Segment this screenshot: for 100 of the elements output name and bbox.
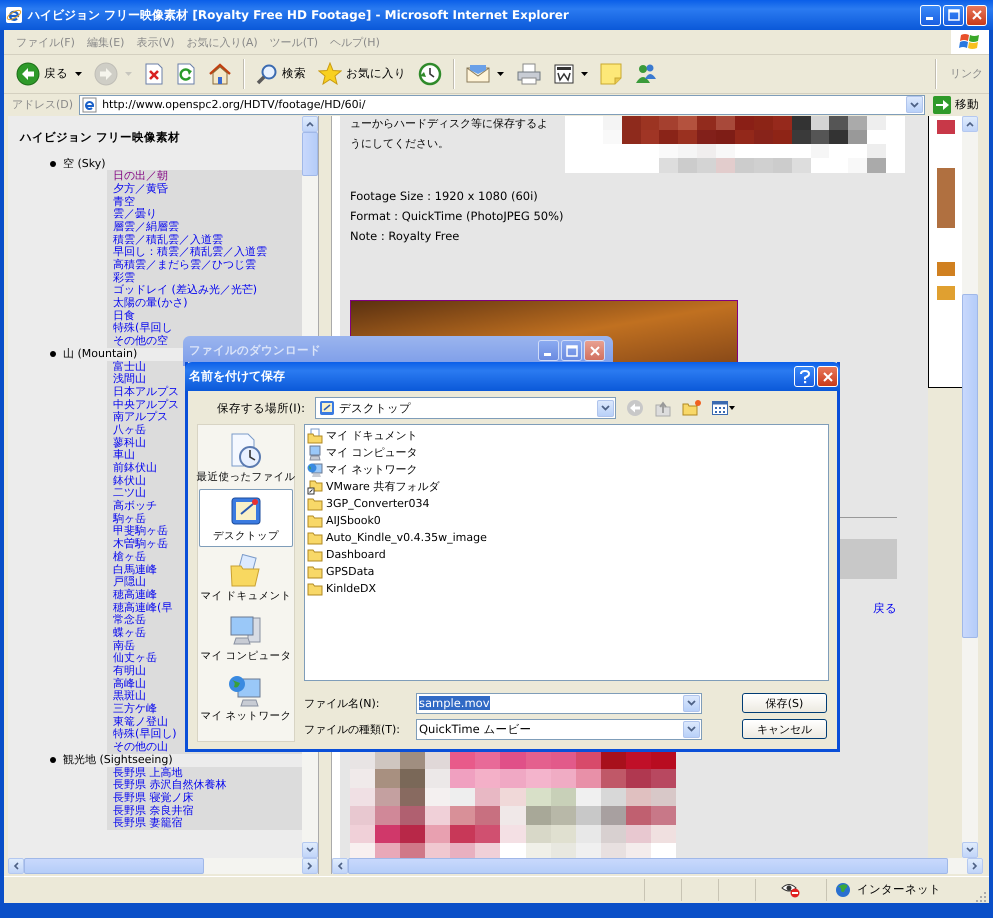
footage-link[interactable]: 仙丈ヶ岳 xyxy=(113,651,157,664)
footage-link[interactable]: 青空 xyxy=(113,194,135,208)
location-dropdown[interactable]: デスクトップ xyxy=(315,397,616,419)
footage-link[interactable]: その他の空 xyxy=(113,334,168,348)
scrollbar-thumb[interactable] xyxy=(24,858,204,874)
footage-link[interactable]: 太陽の暈(かさ) xyxy=(113,296,188,310)
footage-link[interactable]: 有明山 xyxy=(113,664,146,678)
footage-link[interactable]: 積雲／積乱雲／入道雲 xyxy=(113,232,223,246)
footage-link[interactable]: 蓼科山 xyxy=(113,436,146,449)
footage-link[interactable]: 層雲／絹層雲 xyxy=(113,220,179,233)
file-item[interactable]: マイ ドキュメント xyxy=(307,427,826,444)
dropdown-button[interactable] xyxy=(683,694,700,712)
footage-link[interactable]: 南岳 xyxy=(113,638,135,652)
footage-link[interactable]: 甲斐駒ヶ岳 xyxy=(113,524,168,538)
footage-link[interactable]: 二ツ山 xyxy=(113,486,146,500)
footage-link[interactable]: その他の山 xyxy=(113,740,168,754)
scrollbar-thumb[interactable] xyxy=(962,294,978,638)
file-item[interactable]: マイ ネットワーク xyxy=(307,461,826,478)
footage-link[interactable]: 車山 xyxy=(113,448,135,462)
caret-icon xyxy=(497,72,504,76)
footage-link[interactable]: 木曽駒ヶ岳 xyxy=(113,537,168,550)
footage-link[interactable]: 黒斑山 xyxy=(113,689,146,702)
footage-link[interactable]: 長野県 赤沢自然休養林 xyxy=(113,778,226,792)
file-item[interactable]: Dashboard xyxy=(307,546,826,563)
places-item[interactable]: マイ コンピュータ xyxy=(199,609,293,667)
folder-document-icon xyxy=(307,428,323,444)
dropdown-button[interactable] xyxy=(597,400,614,416)
save-button[interactable]: 保存(S) xyxy=(742,693,827,713)
footage-link[interactable]: ゴッドレイ (差込み光／光芒) xyxy=(113,283,258,296)
footage-link[interactable]: 白馬連峰 xyxy=(113,562,157,576)
footage-link[interactable]: 夕方／黄昏 xyxy=(113,182,168,195)
footage-link[interactable]: 浅間山 xyxy=(113,372,146,386)
footage-link[interactable]: 長野県 奈良井宿 xyxy=(113,804,194,817)
footage-link[interactable]: 中央アルプス xyxy=(113,398,179,411)
places-item[interactable]: 最近使ったファイル xyxy=(199,429,293,487)
footage-link[interactable]: 早回し：積雲／積乱雲／入道雲 xyxy=(113,245,267,258)
favorites-button[interactable]: お気に入り xyxy=(314,58,410,90)
footage-link[interactable]: 前鉢伏山 xyxy=(113,461,157,474)
footage-link[interactable]: 東篭ノ登山 xyxy=(113,714,168,728)
cancel-button[interactable]: キャンセル xyxy=(742,719,827,739)
document-clock-icon xyxy=(229,432,263,468)
footage-link[interactable]: 穂高連峰 xyxy=(113,588,157,601)
search-button[interactable]: 検索 xyxy=(252,58,310,90)
footage-link[interactable]: 槍ヶ岳 xyxy=(113,550,146,563)
file-item[interactable]: VMware 共有フォルダ xyxy=(307,478,826,495)
dropdown-button[interactable] xyxy=(683,720,700,738)
file-item[interactable]: KinldeDX xyxy=(307,580,826,597)
file-type-dropdown[interactable]: QuickTime ムービー xyxy=(416,718,702,740)
caret-icon xyxy=(75,72,82,76)
footage-link[interactable]: 三方ケ峰 xyxy=(113,702,157,716)
location-label: 保存する場所(I): xyxy=(216,400,306,416)
file-item[interactable]: GPSData xyxy=(307,563,826,580)
views-menu-button[interactable] xyxy=(712,401,735,415)
file-item[interactable]: AIJSbook0 xyxy=(307,512,826,529)
back-link[interactable]: 戻る xyxy=(873,600,897,616)
footage-link[interactable]: 高峰山 xyxy=(113,676,146,690)
footage-link[interactable]: 特殊(早回し xyxy=(113,321,172,334)
footage-link[interactable]: 特殊(早回し) xyxy=(113,727,177,740)
footage-link[interactable]: 富士山 xyxy=(113,360,146,373)
footage-link[interactable]: 彩雲 xyxy=(113,270,135,284)
footage-link[interactable]: 鉢伏山 xyxy=(113,474,146,487)
footage-link[interactable]: 日の出／朝 xyxy=(113,169,168,182)
help-button[interactable] xyxy=(794,366,815,387)
go-button[interactable]: 移動 xyxy=(931,96,989,114)
vertical-scrollbar[interactable] xyxy=(962,116,978,858)
resize-grip-icon[interactable] xyxy=(975,891,987,903)
new-folder-icon[interactable] xyxy=(682,399,702,417)
footage-link[interactable]: 長野県 妻籠宿 xyxy=(113,816,182,830)
footage-link[interactable]: 雲／曇り xyxy=(113,207,157,220)
footage-link[interactable]: 蝶ヶ岳 xyxy=(113,626,146,639)
footage-link[interactable]: 八ヶ岳 xyxy=(113,422,146,436)
file-item[interactable]: 3GP_Converter034 xyxy=(307,495,826,512)
footage-link[interactable]: 高ボッチ xyxy=(113,499,157,512)
footage-link[interactable]: 穂高連峰(早 xyxy=(113,600,172,614)
places-item[interactable]: マイ ネットワーク xyxy=(199,669,293,727)
file-item[interactable]: Auto_Kindle_v0.4.35w_image xyxy=(307,529,826,546)
footage-link[interactable]: 駒ヶ岳 xyxy=(113,512,146,525)
footage-link[interactable]: 長野県 上高地 xyxy=(113,766,182,779)
horizontal-scrollbar[interactable] xyxy=(8,858,318,874)
footage-link[interactable]: 戸隠山 xyxy=(113,575,146,588)
up-folder-icon[interactable] xyxy=(654,399,672,417)
places-item[interactable]: マイ ドキュメント xyxy=(199,549,293,607)
close-button[interactable] xyxy=(584,340,605,361)
footage-link[interactable]: 日食 xyxy=(113,308,135,322)
back-button[interactable]: 戻る xyxy=(12,58,86,90)
footage-link[interactable]: 長野県 寝覚ノ床 xyxy=(113,790,194,804)
minimize-button[interactable] xyxy=(538,340,559,361)
address-field[interactable]: http://www.openspc2.org/HDTV/footage/HD/60i/ xyxy=(79,94,925,115)
footage-link[interactable]: 常念岳 xyxy=(113,613,146,626)
grid-view-icon xyxy=(712,401,728,415)
printer-icon xyxy=(516,62,542,85)
dropdown-button[interactable] xyxy=(906,96,923,114)
places-item[interactable]: デスクトップ xyxy=(199,489,293,547)
file-item[interactable]: マイ コンピュータ xyxy=(307,444,826,461)
maximize-button[interactable] xyxy=(561,340,582,361)
footage-link[interactable]: 高積雲／まだら雲／ひつじ雲 xyxy=(113,258,256,272)
footage-link[interactable]: 日本アルプス xyxy=(113,384,179,398)
footage-link[interactable]: 南アルプス xyxy=(113,410,168,424)
filename-field[interactable]: sample.mov xyxy=(416,692,702,714)
scrollbar-thumb[interactable] xyxy=(302,132,318,176)
